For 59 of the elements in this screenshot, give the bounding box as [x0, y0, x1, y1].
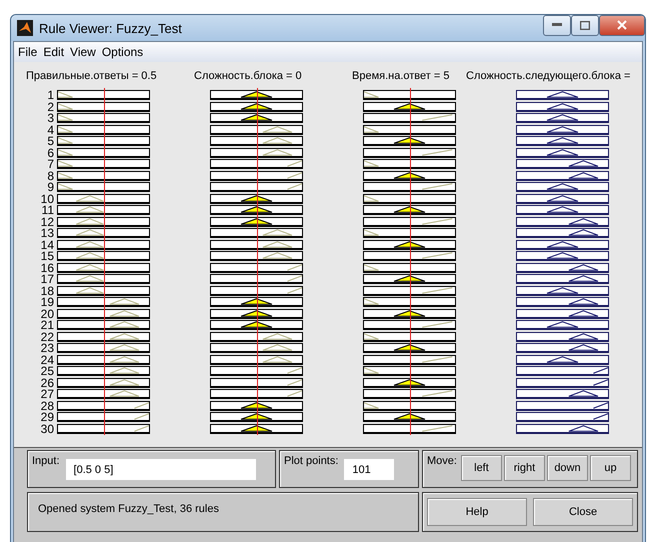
minimize-icon — [552, 23, 562, 27]
rule-number: 15 — [40, 251, 54, 262]
move-button[interactable]: up — [590, 455, 631, 481]
rule-number: 22 — [40, 332, 54, 343]
rule-number: 14 — [40, 240, 54, 251]
minimize-button[interactable] — [543, 15, 571, 36]
rule-number: 2 — [47, 102, 54, 113]
rule-number: 3 — [47, 113, 54, 124]
menu-item[interactable]: Edit — [43, 45, 64, 59]
plot-points-field[interactable]: 101 — [344, 459, 394, 480]
move-label: Move: — [427, 455, 457, 467]
rule-number: 25 — [40, 366, 54, 378]
rule-number: 13 — [40, 228, 54, 240]
rule-number: 7 — [47, 159, 54, 170]
rule-number: 17 — [40, 274, 54, 286]
rule-number: 26 — [40, 378, 54, 389]
close-icon — [617, 20, 627, 30]
close-button[interactable]: Close — [533, 498, 633, 526]
rule-number: 11 — [42, 205, 54, 216]
rule-number: 30 — [40, 424, 54, 435]
menu-item[interactable]: Options — [102, 45, 144, 59]
rule-number: 24 — [40, 354, 54, 366]
close-button[interactable] — [599, 15, 645, 36]
window-title: Rule Viewer: Fuzzy_Test — [39, 20, 183, 36]
menu-item[interactable]: File — [18, 45, 38, 59]
move-button[interactable]: left — [460, 455, 502, 481]
status-text: Opened system Fuzzy_Test, 36 rules — [37, 502, 220, 517]
rule-number: 6 — [47, 148, 54, 159]
output-variable-label: Сложность.следующего.блока = — [466, 70, 632, 84]
matlab-logo-icon — [17, 20, 33, 36]
rule-number: 10 — [40, 194, 54, 205]
menu-item[interactable]: View — [70, 45, 96, 59]
rule-number: 21 — [40, 320, 54, 332]
input-variable-label: Правильные.ответы = 0.5 — [26, 70, 158, 84]
rule-number: 29 — [40, 412, 54, 424]
rule-number: 19 — [40, 297, 54, 308]
input-variable-label: Время.на.ответ = 5 — [352, 70, 450, 84]
rule-number: 23 — [40, 343, 54, 354]
rule-number: 28 — [40, 400, 54, 412]
rule-number: 9 — [47, 182, 54, 194]
help-button[interactable]: Help — [427, 498, 527, 526]
maximize-button[interactable] — [571, 15, 599, 36]
rule-number: 27 — [40, 389, 54, 400]
move-button[interactable]: right — [504, 455, 545, 481]
input-variable-label: Сложность.блока = 0 — [194, 70, 303, 84]
move-button[interactable]: down — [546, 455, 588, 481]
input-label: Input: — [32, 455, 60, 467]
rule-number: 5 — [47, 136, 54, 148]
maximize-icon — [580, 20, 590, 30]
plot-points-label: Plot points: — [284, 455, 338, 467]
rule-number: 18 — [40, 286, 54, 297]
input-field[interactable]: [0.5 0 5] — [66, 459, 256, 480]
rule-number: 1 — [47, 90, 54, 102]
input-value-line[interactable] — [256, 88, 258, 435]
rule-number: 8 — [47, 170, 54, 182]
rule-number: 12 — [40, 216, 54, 228]
rule-number: 16 — [40, 262, 54, 274]
rule-number: 4 — [47, 124, 54, 136]
rule-number: 20 — [40, 308, 54, 320]
